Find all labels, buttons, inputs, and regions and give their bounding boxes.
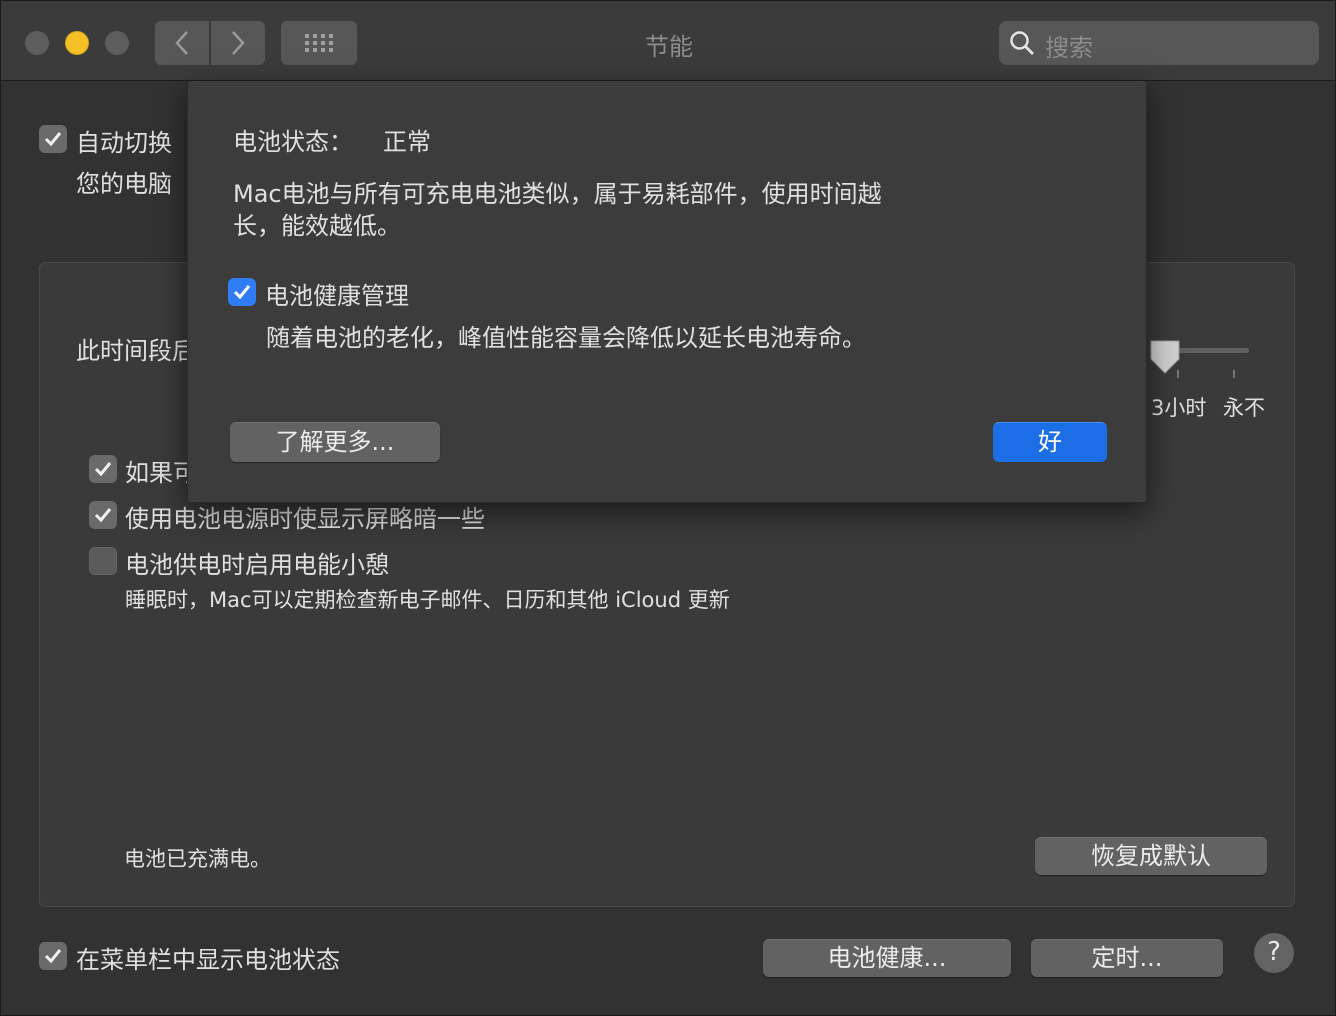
auto-switch-checkbox[interactable] [39, 125, 67, 153]
auto-switch-label: 自动切换 [76, 129, 172, 157]
learn-more-button[interactable]: 了解更多... [230, 422, 440, 462]
option-checkbox-1[interactable] [89, 455, 117, 483]
checkmark-icon [233, 285, 251, 300]
battery-health-management-label: 电池健康管理 [265, 282, 409, 310]
power-nap-description: 睡眠时，Mac可以定期检查新电子邮件、日历和其他 iCloud 更新 [125, 588, 730, 612]
search-placeholder: 搜索 [1045, 34, 1093, 62]
battery-charge-status: 电池已充满电。 [124, 847, 271, 871]
battery-health-management-checkbox[interactable] [228, 278, 256, 306]
checkmark-icon [44, 132, 62, 147]
battery-health-sheet: 电池状态： 正常 Mac电池与所有可充电电池类似，属于易耗部件，使用时间越 长，… [187, 81, 1147, 503]
schedule-button[interactable]: 定时... [1031, 939, 1223, 977]
battery-health-button[interactable]: 电池健康... [763, 939, 1011, 977]
slider-label-3-hours: 3小时 [1151, 396, 1207, 420]
power-nap-label: 电池供电时启用电能小憩 [125, 551, 389, 579]
search-icon [1010, 31, 1034, 55]
help-button[interactable]: ? [1254, 933, 1294, 973]
checkmark-icon [94, 508, 112, 523]
auto-switch-description: 您的电脑 [76, 170, 172, 198]
battery-status-value: 正常 [383, 128, 431, 156]
battery-description-line-2: 长，能效越低。 [233, 212, 401, 240]
battery-health-management-description: 随着电池的老化，峰值性能容量会降低以延长电池寿命。 [266, 324, 866, 352]
title-bar: 节能 搜索 [1, 1, 1335, 81]
search-input[interactable]: 搜索 [999, 21, 1319, 65]
battery-description-line-1: Mac电池与所有可充电电池类似，属于易耗部件，使用时间越 [233, 180, 882, 208]
checkmark-icon [44, 949, 62, 964]
system-preferences-window: 节能 搜索 自动切换 您的电脑 此时间段后 3小时 永不 如果可 使用电池电源时… [0, 0, 1336, 1016]
dim-display-checkbox[interactable] [89, 501, 117, 529]
ok-button[interactable]: 好 [993, 422, 1107, 462]
slider-tick [1233, 370, 1235, 378]
show-in-menubar-checkbox[interactable] [39, 942, 67, 970]
restore-defaults-button[interactable]: 恢复成默认 [1035, 837, 1267, 875]
dim-display-label: 使用电池电源时使显示屏略暗一些 [125, 505, 485, 533]
power-nap-checkbox[interactable] [89, 547, 117, 575]
checkmark-icon [94, 462, 112, 477]
slider-label-never: 永不 [1223, 396, 1265, 420]
show-in-menubar-label: 在菜单栏中显示电池状态 [76, 946, 340, 974]
turn-display-off-label: 此时间段后 [76, 337, 196, 365]
slider-tick [1177, 370, 1179, 378]
battery-status-label: 电池状态： [233, 128, 353, 156]
